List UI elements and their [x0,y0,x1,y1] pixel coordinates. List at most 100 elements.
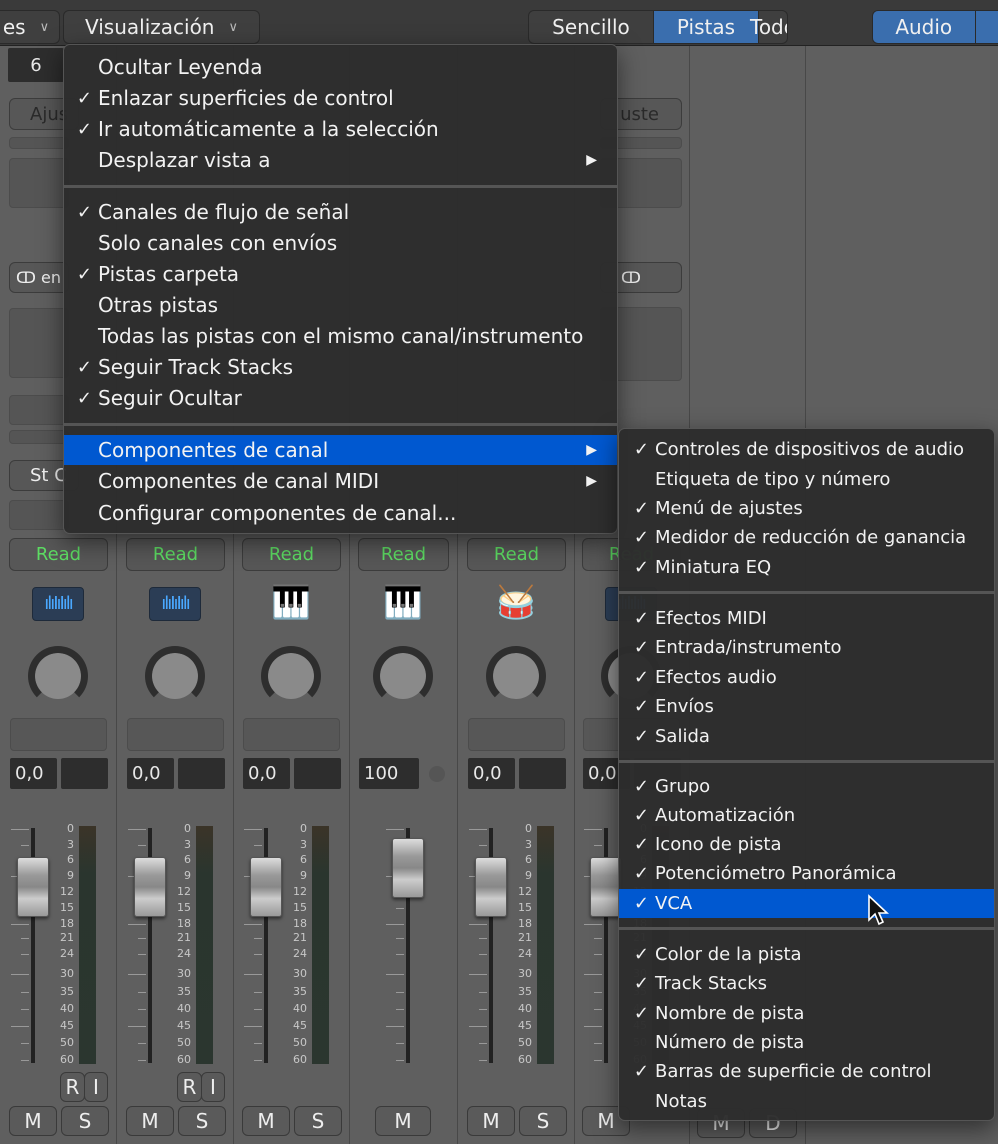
checkmark-icon: ✓ [633,557,649,578]
checkmark-icon: ✓ [633,893,649,914]
fader-tick [128,974,146,975]
menu-item-ir-automáticamente-a-la-selección[interactable]: ✓ Ir automáticamente a la selección [64,114,617,144]
menu-item-label: Componentes de canal [98,438,329,462]
view-menu-button[interactable]: Visualización ∨ [63,10,260,44]
menu-item-componentes-de-canal-midi[interactable]: Componentes de canal MIDI ▶ [64,466,617,496]
filter-audio[interactable]: Audio [873,11,976,43]
mute-button[interactable]: M [242,1106,290,1136]
meter-scale-label: 24 [293,947,307,960]
menu-item-etiqueta-de-tipo-y-número[interactable]: Etiqueta de tipo y número [619,465,994,494]
pan-knob[interactable] [28,646,88,706]
volume-fader[interactable] [250,857,282,917]
automation-mode-button[interactable]: Read [9,538,108,571]
menu-item-miniatura-eq[interactable]: ✓ Miniatura EQ [619,553,994,582]
menu-item-ocultar-leyenda[interactable]: Ocultar Leyenda [64,52,617,82]
pan-knob[interactable] [145,646,205,706]
fader-tick [469,974,487,975]
checkmark-icon: ✓ [633,726,649,747]
filter-next[interactable] [975,11,998,43]
fader-tick [21,1060,29,1061]
checkmark-icon: ✓ [633,439,649,460]
pan-knob[interactable] [373,646,433,706]
menu-item-todas-las-pistas-con-el-mismo-canal-instrumento[interactable]: Todas las pistas con el mismo canal/inst… [64,321,617,351]
menu-item-barras-de-superficie-de-control[interactable]: ✓ Barras de superficie de control [619,1057,994,1086]
menu-item-controles-de-dispositivos-de-audio[interactable]: ✓ Controles de dispositivos de audio [619,435,994,464]
mute-button[interactable]: M [9,1106,57,1136]
ri-button-i[interactable]: I [84,1072,108,1102]
mute-button[interactable]: M [126,1106,174,1136]
solo-button[interactable]: S [178,1106,226,1136]
menu-item-salida[interactable]: ✓ Salida [619,722,994,751]
edit-menu-button[interactable]: es ∨ [0,10,60,44]
segment-todo[interactable]: Todo [750,11,787,43]
menu-item-pistas-carpeta[interactable]: ✓ Pistas carpeta [64,259,617,289]
sends-slot[interactable] [9,395,69,425]
menu-item-seguir-ocultar[interactable]: ✓ Seguir Ocultar [64,383,617,413]
volume-value[interactable]: 100 [359,758,419,789]
fader-tick [11,924,29,925]
solo-button[interactable]: S [61,1106,109,1136]
menu-item-canales-de-flujo-de-señal[interactable]: ✓ Canales de flujo de señal [64,197,617,227]
ri-button-r[interactable]: R [177,1072,202,1102]
volume-fader[interactable] [134,857,166,917]
menu-item-efectos-audio[interactable]: ✓ Efectos audio [619,663,994,692]
menu-item-número-de-pista[interactable]: Número de pista [619,1028,994,1057]
volume-fader[interactable] [17,857,49,917]
audio-fx-slot[interactable] [9,308,69,378]
automation-mode-button[interactable]: Read [242,538,341,571]
ri-button-r[interactable]: R [60,1072,85,1102]
automation-mode-button[interactable]: Read [467,538,566,571]
menu-item-icono-de-pista[interactable]: ✓ Icono de pista [619,830,994,859]
menu-item-entrada-instrumento[interactable]: ✓ Entrada/instrumento [619,633,994,662]
mute-button[interactable]: M [375,1106,431,1136]
volume-fader[interactable] [392,838,424,898]
volume-value[interactable]: 0,0 [127,758,174,789]
menu-item-solo-canales-con-envíos[interactable]: Solo canales con envíos [64,228,617,258]
menu-item-efectos-midi[interactable]: ✓ Efectos MIDI [619,604,994,633]
menu-item-automatización[interactable]: ✓ Automatización [619,801,994,830]
meter-scale-label: 45 [293,1019,307,1032]
ri-button-i[interactable]: I [201,1072,225,1102]
menu-item-otras-pistas[interactable]: Otras pistas [64,290,617,320]
menu-item-componentes-de-canal[interactable]: Componentes de canal ▶ [64,435,617,465]
solo-button[interactable]: S [519,1106,567,1136]
volume-value[interactable]: 0,0 [243,758,290,789]
automation-mode-button[interactable]: Read [358,538,449,571]
menu-item-potenciómetro-panorámica[interactable]: ✓ Potenciómetro Panorámica [619,859,994,888]
volume-fader[interactable] [475,857,507,917]
meter-scale-label: 18 [293,917,307,930]
menu-item-seguir-track-stacks[interactable]: ✓ Seguir Track Stacks [64,352,617,382]
menu-item-envíos[interactable]: ✓ Envíos [619,692,994,721]
menu-item-vca[interactable]: ✓ VCA [619,889,994,918]
pan-knob[interactable] [261,646,321,706]
volume-value[interactable]: 0,0 [468,758,515,789]
solo-button[interactable]: S [294,1106,342,1136]
midi-fx-slot[interactable] [9,158,69,208]
fader-tick [244,1026,262,1027]
eq-thumbnail[interactable] [9,137,69,149]
output-slot[interactable] [9,430,69,444]
menu-item-track-stacks[interactable]: ✓ Track Stacks [619,969,994,998]
menu-item-medidor-de-reducción-de-ganancia[interactable]: ✓ Medidor de reducción de ganancia [619,523,994,552]
group-slot[interactable] [9,500,69,530]
menu-item-color-de-la-pista[interactable]: ✓ Color de la pista [619,940,994,969]
automation-mode-button[interactable]: Read [126,538,225,571]
pan-knob[interactable] [486,646,546,706]
volume-value[interactable]: 0,0 [10,758,57,789]
meter-scale-label: 12 [293,885,307,898]
menu-item-enlazar-superficies-de-control[interactable]: ✓ Enlazar superficies de control [64,83,617,113]
menu-item-notas[interactable]: Notas [619,1087,994,1116]
fader-tick [21,1043,29,1044]
fader-tick [128,1026,146,1027]
menu-item-nombre-de-pista[interactable]: ✓ Nombre de pista [619,999,994,1028]
menu-item-grupo[interactable]: ✓ Grupo [619,772,994,801]
fader-tick [138,845,146,846]
mute-button[interactable]: M [467,1106,515,1136]
menu-item-configurar-componentes-de-canal-[interactable]: Configurar componentes de canal... [64,498,617,528]
input-button[interactable]: ↀ en [9,262,69,293]
menu-item-menú-de-ajustes[interactable]: ✓ Menú de ajustes [619,494,994,523]
segment-pistas[interactable]: Pistas [653,11,759,43]
checkmark-icon: ✓ [633,608,649,629]
menu-item-desplazar-vista-a[interactable]: Desplazar vista a ▶ [64,145,617,175]
segment-sencillo[interactable]: Sencillo [529,11,654,43]
